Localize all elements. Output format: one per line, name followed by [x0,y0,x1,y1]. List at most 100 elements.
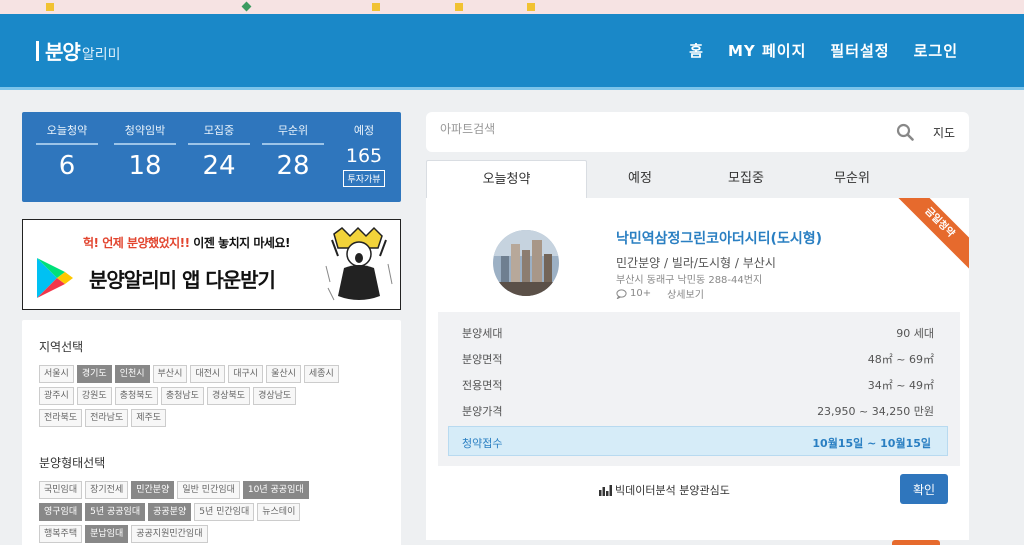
filter-chip[interactable]: 세종시 [303,365,339,383]
apartment-address: 부산시 동래구 낙민동 288-44번지 [616,275,763,286]
filter-chip[interactable]: 충청남도 [160,387,204,405]
invest-view-button[interactable]: 투자가뷰 [343,170,385,187]
today-ribbon: 금일청약 [888,198,969,274]
filter-chip[interactable]: 대전시 [190,365,226,383]
stat-upcoming[interactable]: 예정 165 투자가뷰 [327,122,401,187]
filter-chip[interactable]: 강원도 [76,387,112,405]
stat-label: 모집중 [188,122,250,145]
filter-chip[interactable]: 인천시 [114,365,150,383]
listing-tabs: 오늘청약 예정 모집중 무순위 [426,160,969,198]
filter-chip[interactable]: 제주도 [131,409,167,427]
bookmark-item[interactable] [241,1,252,12]
nav-home[interactable]: 홈 [689,40,704,61]
filter-chip[interactable]: 울산시 [266,365,301,383]
banner-subheadline: 이젠 놓치지 마세요! [189,236,290,250]
bar-chart-icon [599,484,612,496]
bigdata-interest[interactable]: 빅데이터분석 분양관심도 [599,482,730,498]
apartment-thumbnail[interactable] [493,230,559,296]
filter-chip[interactable]: 공공지원민간임대 [131,525,208,543]
folder-icon [372,2,380,11]
info-value: 34㎡ ~ 49㎡ [867,379,934,392]
info-key: 분양가격 [462,405,503,418]
filter-panel: 지역선택 서울시 경기도 인천시 부산시 대전시 대구시 울산시 세종시 광주시 강원도 충청북도 충… [22,320,401,545]
filter-chip[interactable]: 전라북도 [39,409,83,427]
filter-chip[interactable]: 5년 민간임대 [194,503,255,521]
bookmark-item[interactable] [455,2,463,11]
bookmark-item[interactable] [46,2,54,11]
chip-row: 영구임대 5년 공공임대 공공분양 5년 민간임대 뉴스테이 [39,503,389,521]
filter-chip[interactable]: 경상북도 [206,387,251,405]
type-title: 분양형태선택 [39,456,106,470]
filter-chip[interactable]: 장기전세 [85,481,129,499]
info-key: 분양세대 [462,327,503,340]
chip-row: 광주시 강원도 충청북도 충청남도 경상북도 경상남도 [39,387,389,405]
comment-count[interactable]: 10+ [616,288,651,299]
stat-today[interactable]: 오늘청약 6 [30,122,104,181]
filter-chip[interactable]: 행복주택 [39,525,83,543]
filter-chip[interactable]: 영구임대 [39,503,83,521]
stat-value: 18 [128,151,162,181]
search-icon[interactable] [896,123,914,141]
info-row-price: 분양가격 23,950 ~ 34,250 만원 [438,398,960,422]
filter-chip[interactable]: 10년 공공임대 [242,481,309,499]
play-store-icon [37,258,73,298]
chip-row: 전라북도 전라남도 제주도 [39,409,389,427]
filter-chip[interactable]: 민간분양 [131,481,175,499]
info-value: 10월15일 ~ 10월15일 [812,437,931,450]
filter-chip[interactable]: 전라남도 [85,409,129,427]
detail-link[interactable]: 상세보기 [667,286,704,301]
stat-recruiting[interactable]: 모집중 24 [182,122,256,181]
apartment-title[interactable]: 낙민역삼정그린코아더시티(도시형) [616,228,822,248]
info-value: 48㎡ ~ 69㎡ [867,353,934,366]
stat-label: 예정 [353,124,375,137]
filter-chip[interactable]: 국민임대 [39,481,83,499]
bookmark-icon [241,1,252,12]
info-key: 전용면적 [462,379,503,392]
stat-value: 6 [58,151,76,181]
listing-info: 분양세대 90 세대 분양면적 48㎡ ~ 69㎡ 전용면적 34㎡ ~ 49㎡… [438,312,960,466]
confirm-button[interactable]: 확인 [900,474,948,504]
tab-recruiting[interactable]: 모집중 [693,160,799,198]
nav-filter-settings[interactable]: 필터설정 [830,40,889,61]
site-header: 분양 알리미 홈 MY 페이지 필터설정 로그인 [0,14,1024,90]
comment-count-value: 10+ [630,288,652,299]
nav-my-page[interactable]: MY 페이지 [728,40,806,61]
filter-chip[interactable]: 충청북도 [114,387,158,405]
chip-row: 서울시 경기도 인천시 부산시 대전시 대구시 울산시 세종시 [39,365,389,383]
filter-chip[interactable]: 부산시 [152,365,188,383]
filter-chip[interactable]: 경기도 [76,365,112,383]
filter-chip[interactable]: 서울시 [39,365,74,383]
info-row-area: 분양면적 48㎡ ~ 69㎡ [438,346,960,370]
filter-chip[interactable]: 분납임대 [85,525,129,543]
tab-today[interactable]: 오늘청약 [426,160,587,198]
stat-value: 165 [345,145,383,167]
nav-login[interactable]: 로그인 [914,40,958,61]
site-logo[interactable]: 분양 알리미 [36,36,120,65]
filter-chip[interactable]: 광주시 [39,387,74,405]
chip-row: 행복주택 분납임대 공공지원민간임대 [39,525,389,543]
filter-chip[interactable]: 뉴스테이 [257,503,301,521]
tab-upcoming[interactable]: 예정 [587,160,693,198]
info-row-application-period: 청약접수 10월15일 ~ 10월15일 [448,426,948,456]
stat-label: 청약임박 [114,122,176,145]
listing-card: 금일청약 낙민역삼정그린코아더시티(도시형) 민간분양 / 빌라/도시형 / 부… [426,198,969,540]
stat-imminent[interactable]: 청약임박 18 [108,122,182,181]
app-download-banner[interactable]: 헉! 언제 분양했었지!! 이젠 놓치지 마세요! 분양알리미 앱 다운받기 [22,219,401,310]
bookmark-item[interactable] [527,2,535,11]
filter-chip[interactable]: 5년 공공임대 [85,503,146,521]
filter-chip[interactable]: 경상남도 [253,387,297,405]
filter-chip[interactable]: 대구시 [228,365,264,383]
filter-chip[interactable]: 공공분양 [148,503,192,521]
folder-icon [46,2,54,11]
cartoon-illustration [325,226,393,301]
main-nav: 홈 MY 페이지 필터설정 로그인 [689,40,958,61]
tab-no-rank[interactable]: 무순위 [799,160,905,198]
filter-chip[interactable]: 일반 민간임대 [177,481,240,499]
map-link[interactable]: 지도 [933,124,955,141]
search-input[interactable] [440,122,860,136]
stat-label: 무순위 [262,122,324,145]
banner-headline: 헉! 언제 분양했었지!! [83,236,190,250]
search-box: 지도 [426,112,969,152]
bookmark-item[interactable] [372,2,380,11]
stat-no-rank[interactable]: 무순위 28 [256,122,330,181]
